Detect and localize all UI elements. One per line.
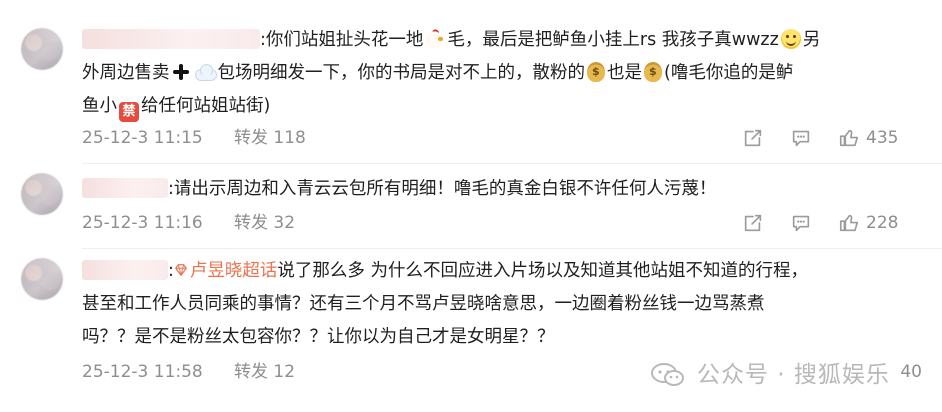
topic-link[interactable]: 卢昱晓超话 [174,261,278,281]
username-masked[interactable] [82,29,260,49]
plus-emoji-icon [172,63,190,81]
like-icon[interactable] [838,127,860,149]
comment-meta: 25-12-3 11:16 转发 32 228 [82,211,922,235]
username-masked[interactable] [82,178,168,198]
share-icon[interactable] [742,127,764,149]
comment-meta: 25-12-3 11:15 转发 118 435 [82,126,922,150]
smile-emoji-icon [780,29,801,49]
comment-text: :请出示周边和入青云云包所有明细！噜毛的真金白银不许任何人污蔑！ [82,173,912,206]
avatar[interactable] [21,258,63,300]
comment-text-part: 也是 [607,63,642,83]
action-group: 435 [742,126,922,150]
like-icon[interactable] [838,212,860,234]
repost-count[interactable]: 转发 118 [234,126,306,150]
diamond-topic-icon [175,264,187,276]
comment-text-part: 说了那么多 为什么不回应进入片场以及知道其他站姐不知道的行程， [277,261,808,281]
comment-text-part: :你们站姐扯头花一地 [260,30,424,50]
comment-divider [82,248,942,249]
comment-icon[interactable] [790,212,812,234]
username-masked[interactable] [82,260,168,280]
forbidden-emoji-icon: 禁 [119,102,139,122]
comment-line-1: :请出示周边和入青云云包所有明细！噜毛的真金白银不许任何人污蔑！ [82,173,912,206]
topic-label[interactable]: 卢昱晓超话 [190,261,278,281]
watermark-text: 公众号 · 搜狐娱乐 [697,362,890,388]
comment-text: :你们站姐扯头花一地 毛，最后是把鲈鱼小挂上rs 我孩子真wwzz 另 外周边售卖 包… [82,24,912,123]
comment-text-part: 甚至和工作人员同乘的事情？还有三个月不骂卢昱晓啥意思，一边圈着粉丝钱一边骂蒸煮 [82,294,765,314]
comment-line-3: 吗？？是不是粉丝太包容你？？让你以为自己才是女明星？？ [82,321,912,354]
like-count: 435 [866,128,899,148]
comment-icon[interactable] [790,127,812,149]
comment-text-part: 毛，最后是把鲈鱼小挂上rs 我孩子真wwzz [447,30,779,50]
comment-text-part: 另 [802,30,821,50]
comment-text-part: 包场明细发一下，你的书局是对不上的，散粉的 [217,63,586,83]
comment-line-1: : 卢昱晓超话说了那么多 为什么不回应进入片场以及知道其他站姐不知道的行程， [82,255,912,288]
comment-text-part: 给任何站姐站街) [141,96,271,116]
repost-count[interactable]: 转发 32 [234,211,295,235]
comment-time: 25-12-3 11:58 [82,362,203,382]
action-group: 228 [742,211,922,235]
comment-text-part: 外周边售卖 [82,63,170,83]
moneybag-emoji-icon [644,62,662,82]
comment-time: 25-12-3 11:16 [82,213,203,233]
comment-time: 25-12-3 11:15 [82,128,203,148]
avatar[interactable] [21,173,63,215]
comment-text-part: :请出示周边和入青云云包所有明细！噜毛的真金白银不许任何人污蔑！ [168,179,717,199]
comment-divider [82,163,942,164]
share-icon[interactable] [742,212,764,234]
comment-text: : 卢昱晓超话说了那么多 为什么不回应进入片场以及知道其他站姐不知道的行程， 甚至… [82,255,912,354]
cloud-emoji-icon [194,63,217,81]
rooster-emoji-icon [425,29,446,49]
comment-text-part: (噜毛你追的是鲈 [664,63,794,83]
like-count: 228 [866,213,899,233]
comment-line-2: 外周边售卖 包场明细发一下，你的书局是对不上的，散粉的 也是 (噜毛你追的是鲈 [82,57,912,90]
comment-line-1: :你们站姐扯头花一地 毛，最后是把鲈鱼小挂上rs 我孩子真wwzz 另 [82,24,912,57]
repost-count[interactable]: 转发 12 [234,360,295,384]
comment-text-part: 鱼小 [82,96,117,116]
avatar[interactable] [21,28,63,70]
comment-text-part: 吗？？是不是粉丝太包容你？？让你以为自己才是女明星？？ [82,327,555,347]
comment-line-2: 甚至和工作人员同乘的事情？还有三个月不骂卢昱晓啥意思，一边圈着粉丝钱一边骂蒸煮 [82,288,912,321]
moneybag-emoji-icon [587,62,605,82]
comment-line-3: 鱼小禁给任何站姐站街) [82,90,912,123]
wechat-icon [651,363,684,386]
watermark: 公众号 · 搜狐娱乐 [651,357,923,393]
